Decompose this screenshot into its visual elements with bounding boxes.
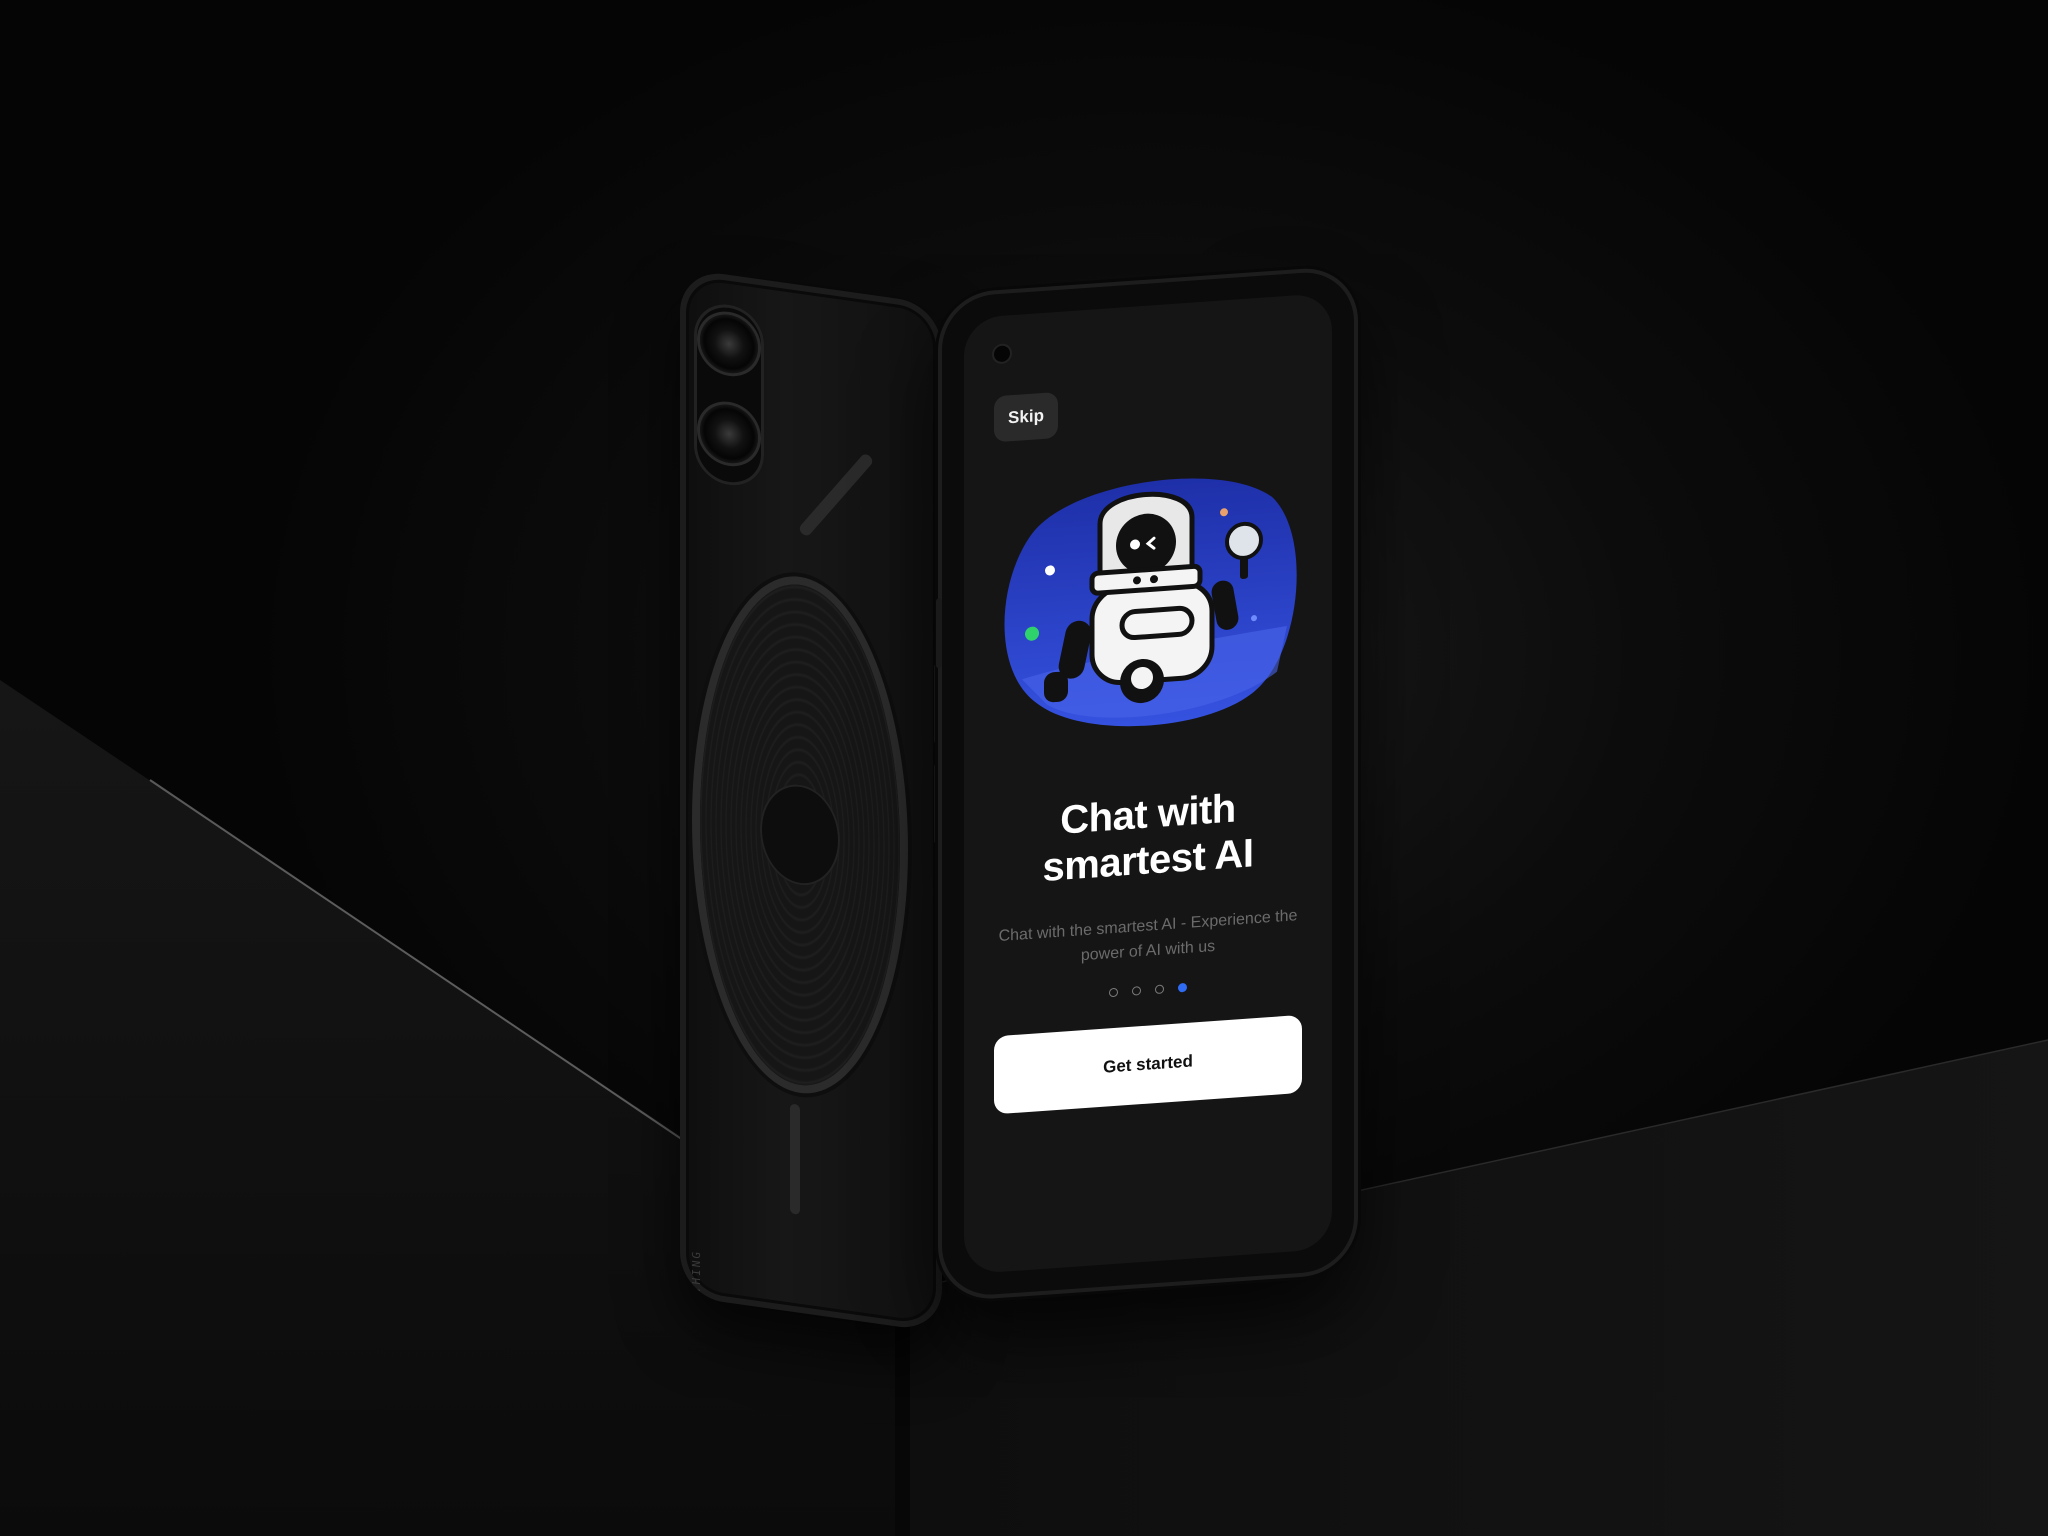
side-button bbox=[936, 598, 942, 669]
skip-button[interactable]: Skip bbox=[994, 391, 1058, 443]
pagination-dot[interactable] bbox=[1132, 986, 1141, 996]
pagination-dot[interactable] bbox=[1109, 987, 1118, 998]
camera-lens-icon bbox=[700, 310, 758, 377]
phone-frame: Skip Chat with smartest AI Chat with the… bbox=[942, 269, 1354, 1298]
pagination-dot-active[interactable] bbox=[1178, 982, 1187, 993]
pagination-dot[interactable] bbox=[1155, 984, 1164, 995]
onboarding-screen: Skip Chat with smartest AI Chat with the… bbox=[964, 292, 1332, 1275]
glyph-light-strip-bottom bbox=[790, 1103, 800, 1215]
onboarding-headline: Chat with smartest AI bbox=[964, 779, 1332, 897]
phone-front-view: Skip Chat with smartest AI Chat with the… bbox=[936, 269, 1354, 1298]
camera-module bbox=[694, 299, 764, 490]
robot-illustration bbox=[1004, 478, 1297, 727]
product-mockup-scene: NOTHING Skip Chat with smartest AI Chat … bbox=[0, 0, 2048, 1536]
magnifier-icon bbox=[1225, 521, 1263, 560]
volume-button bbox=[934, 763, 942, 845]
volume-button bbox=[934, 663, 942, 745]
pagination-dots bbox=[964, 973, 1332, 1008]
get-started-button[interactable]: Get started bbox=[994, 1014, 1302, 1115]
camera-lens-icon bbox=[700, 400, 758, 467]
onboarding-description: Chat with the smartest AI - Experience t… bbox=[998, 907, 1298, 965]
phone-back-view: NOTHING bbox=[680, 268, 942, 1333]
glyph-light-strip bbox=[797, 451, 875, 538]
front-camera-icon bbox=[994, 345, 1010, 363]
